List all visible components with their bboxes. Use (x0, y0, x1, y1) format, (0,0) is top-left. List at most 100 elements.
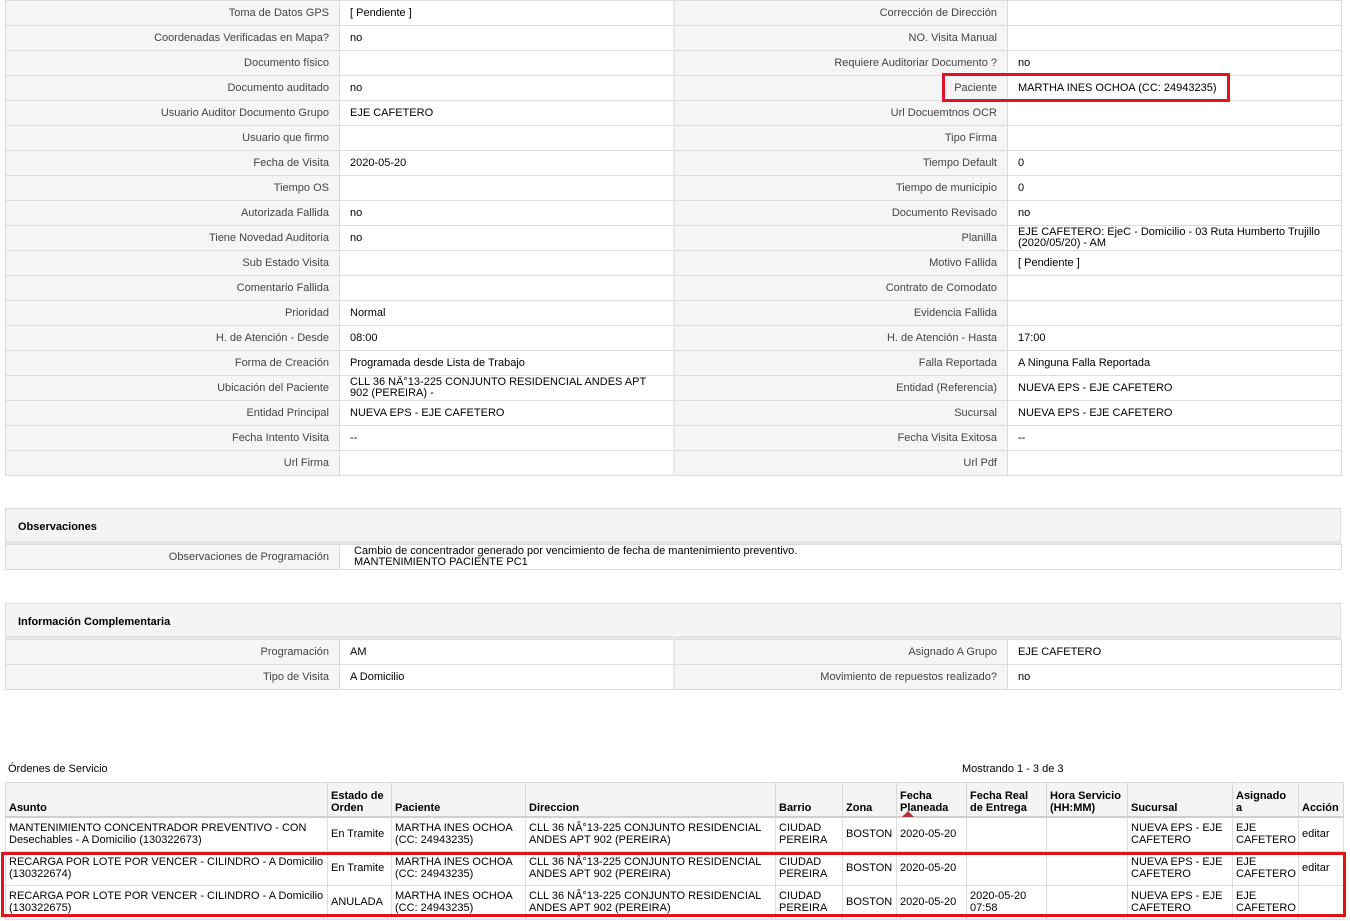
cell-paciente: MARTHA INES OCHOA (CC: 24943235) (391, 816, 526, 852)
field-label: Documento Revisado (673, 200, 1008, 226)
field-value: no (1007, 200, 1342, 226)
complementaria-row: Programación AM Asignado A Grupo EJE CAFETE… (5, 639, 1342, 665)
field-value: 08:00 (339, 325, 675, 351)
field-value: 0 (1007, 175, 1342, 201)
observaciones-line-2: MANTENIMIENTO PACIENTE PC1 (354, 556, 528, 568)
detail-row: Toma de Datos GPS[ Pendiente ] Corrección… (5, 0, 1342, 26)
observaciones-label: Observaciones de Programación (5, 544, 340, 570)
cell-fecha-planeada: 2020-05-20 (896, 884, 967, 920)
detail-row: Entidad Principal NUEVA EPS - EJE CAFETER… (5, 400, 1342, 426)
field-value: 17:00 (1007, 325, 1342, 351)
field-label: Evidencia Fallida (673, 300, 1008, 326)
field-label: Planilla (673, 225, 1008, 251)
table-row[interactable]: MANTENIMIENTO CONCENTRADOR PREVENTIVO - … (5, 816, 1344, 852)
field-label: Ubicación del Paciente (5, 375, 340, 401)
field-value: MARTHA INES OCHOA (CC: 24943235) (1007, 75, 1342, 101)
observaciones-table: Observaciones de Programación Cambio de … (5, 544, 1342, 570)
col-estado[interactable]: Estado de Orden (327, 782, 392, 818)
field-value (1007, 450, 1342, 476)
field-label: Programación (5, 639, 340, 665)
complementaria-table: Programación AM Asignado A Grupo EJE CAFETE… (5, 639, 1342, 690)
cell-fecha-planeada: 2020-05-20 (896, 850, 967, 886)
cell-asignado: EJE CAFETERO (1232, 884, 1299, 920)
cell-hora (1046, 850, 1128, 886)
field-label: Comentario Fallida (5, 275, 340, 301)
detail-row: Documento auditado no Paciente MARTHA INES … (5, 75, 1342, 101)
detail-row: Url Firma Url Pdf (5, 450, 1342, 476)
field-value: CLL 36 NÂ°13-225 CONJUNTO RESIDENCIAL AN… (339, 375, 675, 401)
col-barrio[interactable]: Barrio (775, 782, 843, 818)
detail-row: Usuario que firmo Tipo Firma (5, 125, 1342, 151)
orders-count: Mostrando 1 - 3 de 3 (962, 763, 1064, 775)
field-label: Asignado A Grupo (673, 639, 1008, 665)
cell-asunto: RECARGA POR LOTE POR VENCER - CILINDRO -… (5, 850, 328, 886)
field-value (1007, 300, 1342, 326)
col-sucursal[interactable]: Sucursal (1127, 782, 1233, 818)
observaciones-header: Observaciones (5, 508, 1341, 544)
field-label: Requiere Auditoriar Documento ? (673, 50, 1008, 76)
cell-fecha-real: 2020-05-20 07:58 (966, 884, 1047, 920)
field-label: Usuario Auditor Documento Grupo (5, 100, 340, 126)
field-label: Fecha Intento Visita (5, 425, 340, 451)
edit-link[interactable]: editar (1302, 828, 1330, 840)
field-value (339, 275, 675, 301)
field-label: Sub Estado Visita (5, 250, 340, 276)
field-label: Url Docuemtnos OCR (673, 100, 1008, 126)
field-label: Entidad Principal (5, 400, 340, 426)
field-value (1007, 125, 1342, 151)
field-value (339, 125, 675, 151)
col-asunto[interactable]: Asunto (5, 782, 328, 818)
col-direccion[interactable]: Direccion (525, 782, 776, 818)
field-label: Falla Reportada (673, 350, 1008, 376)
cell-asignado: EJE CAFETERO (1232, 850, 1299, 886)
col-fecha-planeada[interactable]: Fecha Planeada (896, 782, 967, 818)
cell-asunto: RECARGA POR LOTE POR VENCER - CILINDRO -… (5, 884, 328, 920)
field-label: Fecha Visita Exitosa (673, 425, 1008, 451)
cell-fecha-real (966, 816, 1047, 852)
field-value: no (339, 25, 675, 51)
cell-zona: BOSTON (842, 850, 897, 886)
field-label: Documento auditado (5, 75, 340, 101)
orders-title: Órdenes de Servicio (8, 763, 108, 775)
col-asignado[interactable]: Asignado a (1232, 782, 1299, 818)
field-label: Tiempo Default (673, 150, 1008, 176)
field-label: H. de Atención - Hasta (673, 325, 1008, 351)
table-row[interactable]: RECARGA POR LOTE POR VENCER - CILINDRO -… (5, 850, 1344, 886)
field-value: EJE CAFETERO: EjeC - Domicilio - 03 Ruta… (1007, 225, 1342, 251)
table-row[interactable]: RECARGA POR LOTE POR VENCER - CILINDRO -… (5, 884, 1344, 920)
detail-row: Fecha de Visita 2020-05-20 Tiempo Default 0 (5, 150, 1342, 176)
field-label: Sucursal (673, 400, 1008, 426)
detail-row: Documento físico Requiere Auditoriar Docu… (5, 50, 1342, 76)
field-label: Entidad (Referencia) (673, 375, 1008, 401)
field-value: EJE CAFETERO (1007, 639, 1342, 665)
complementaria-header: Información Complementaria (5, 603, 1341, 639)
field-label: Motivo Fallida (673, 250, 1008, 276)
cell-estado: ANULADA (327, 884, 392, 920)
detail-row: Tiene Novedad Auditoria no Planilla EJE CAF… (5, 225, 1342, 251)
field-label: Autorizada Fallida (5, 200, 340, 226)
col-fecha-real[interactable]: Fecha Real de Entrega (966, 782, 1047, 818)
col-paciente[interactable]: Paciente (391, 782, 526, 818)
field-value (339, 450, 675, 476)
field-value: NUEVA EPS - EJE CAFETERO (1007, 375, 1342, 401)
field-label: Coordenadas Verificadas en Mapa? (5, 25, 340, 51)
cell-sucursal: NUEVA EPS - EJE CAFETERO (1127, 884, 1233, 920)
visit-details-table: Toma de Datos GPS[ Pendiente ] Corrección… (5, 0, 1342, 476)
sort-asc-icon[interactable] (902, 810, 914, 817)
cell-fecha-planeada: 2020-05-20 (896, 816, 967, 852)
detail-row: Coordenadas Verificadas en Mapa? no NO. Vi… (5, 25, 1342, 51)
col-hora[interactable]: Hora Servicio (HH:MM) (1046, 782, 1128, 818)
field-value: 0 (1007, 150, 1342, 176)
detail-row: Prioridad Normal Evidencia Fallida (5, 300, 1342, 326)
field-label: Fecha de Visita (5, 150, 340, 176)
edit-link[interactable]: editar (1302, 862, 1330, 874)
cell-asunto: MANTENIMIENTO CONCENTRADOR PREVENTIVO - … (5, 816, 328, 852)
cell-direccion: CLL 36 NÂ°13-225 CONJUNTO RESIDENCIAL AN… (525, 850, 776, 886)
cell-paciente: MARTHA INES OCHOA (CC: 24943235) (391, 850, 526, 886)
complementaria-row: Tipo de Visita A Domicilio Movimiento de r… (5, 664, 1342, 690)
detail-row: Forma de Creación Programada desde Lista … (5, 350, 1342, 376)
col-zona[interactable]: Zona (842, 782, 897, 818)
detail-row: Comentario Fallida Contrato de Comodato (5, 275, 1342, 301)
detail-row: H. de Atención - Desde 08:00 H. de Atenció… (5, 325, 1342, 351)
cell-accion (1298, 884, 1344, 920)
